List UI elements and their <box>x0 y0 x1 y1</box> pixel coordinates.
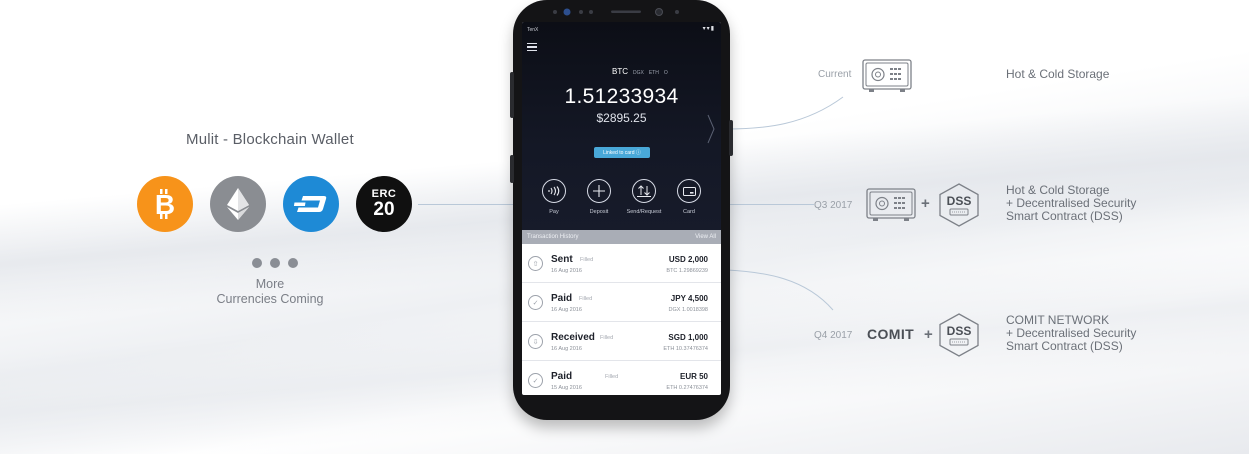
transaction-row[interactable]: ⇩ Received Filled 16 Aug 2016 SGD 1,000 … <box>522 323 721 361</box>
linked-to-card-badge[interactable]: Linked to card ⓘ <box>594 147 650 158</box>
currency-tab-btc[interactable]: BTC <box>612 67 628 76</box>
transaction-date: 16 Aug 2016 <box>551 346 582 352</box>
phone-side-button <box>510 72 514 118</box>
contactless-pay-icon <box>542 179 566 203</box>
pay-button[interactable]: Pay <box>533 179 575 215</box>
roadmap-current-label: Current <box>818 69 852 80</box>
connector-line <box>728 204 814 205</box>
view-all-link[interactable]: View All <box>695 234 716 240</box>
safe-icon <box>866 188 916 221</box>
transaction-type: Sent <box>551 254 573 265</box>
status-bar-app: TenX <box>527 27 539 33</box>
roadmap-q3-label: Q3 2017 <box>814 200 853 211</box>
check-icon: ✓ <box>528 373 543 388</box>
transaction-date: 16 Aug 2016 <box>551 307 582 313</box>
erc-number: 20 <box>373 199 395 220</box>
transaction-crypto-amount: BTC 1.29869239 <box>666 268 708 274</box>
deposit-button[interactable]: Deposit <box>578 179 620 215</box>
phone-screen: TenX ▾▾▮ BTC DGX ETH O 1.51233934 $2895.… <box>522 22 721 395</box>
transaction-status: Filled <box>579 296 593 302</box>
desc-line: Smart Contract (DSS) <box>1006 339 1123 353</box>
card-button[interactable]: Card <box>668 179 710 215</box>
transaction-date: 15 Aug 2016 <box>551 385 582 391</box>
roadmap-q3-desc: Hot & Cold Storage + Decentralised Secur… <box>1006 184 1136 223</box>
roadmap-q4-desc: COMIT NETWORK + Decentralised Security S… <box>1006 314 1136 353</box>
connector-line <box>418 204 516 205</box>
transaction-type: Paid <box>551 293 573 304</box>
send-request-icon <box>632 179 656 203</box>
desc-line: Smart Contract (DSS) <box>1006 209 1123 223</box>
check-icon: ✓ <box>528 295 543 310</box>
card-icon <box>677 179 701 203</box>
transaction-status: Filled <box>580 257 594 263</box>
transaction-row[interactable]: ✓ Paid Filled 15 Aug 2016 EUR 50 ETH 0.2… <box>522 362 721 395</box>
phone-sensors <box>553 8 679 16</box>
desc-line: Hot & Cold Storage <box>1006 67 1110 81</box>
dss-label: DSS <box>947 324 972 338</box>
download-icon: ⇩ <box>528 334 543 349</box>
transaction-date: 16 Aug 2016 <box>551 268 582 274</box>
plus-sign: + <box>924 326 933 343</box>
pay-label: Pay <box>549 209 559 215</box>
transaction-amount: JPY 4,500 <box>670 294 708 303</box>
transaction-history-title: Transaction History <box>527 234 579 240</box>
safe-icon <box>862 59 912 92</box>
card-label: Card <box>683 209 695 215</box>
roadmap-current-desc: Hot & Cold Storage <box>1006 68 1109 81</box>
transaction-amount: USD 2,000 <box>668 255 708 264</box>
transaction-status: Filled <box>600 335 614 341</box>
transaction-history-header: Transaction History View All <box>522 230 721 244</box>
transaction-row[interactable]: ⇧ Sent Filled 16 Aug 2016 USD 2,000 BTC … <box>522 245 721 283</box>
connector-curve <box>726 269 834 311</box>
more-dots <box>252 258 298 268</box>
more-line-2: Currencies Coming <box>216 292 324 306</box>
wallet-title: Mulit - Blockchain Wallet <box>186 131 354 148</box>
wallet-header: TenX ▾▾▮ BTC DGX ETH O 1.51233934 $2895.… <box>522 22 721 232</box>
fiat-balance: $2895.25 <box>596 111 647 125</box>
transaction-type: Paid <box>551 371 573 382</box>
dss-hexagon-icon: DSS <box>939 183 979 227</box>
send-request-label: Send/Request <box>626 209 662 215</box>
transaction-amount: SGD 1,000 <box>668 333 708 342</box>
currency-tab-dgx[interactable]: DGX <box>633 70 644 76</box>
transaction-crypto-amount: DGX 1.0018398 <box>668 307 708 313</box>
currency-tabs: BTC DGX ETH O <box>612 67 668 76</box>
transaction-amount: EUR 50 <box>679 372 708 381</box>
plus-icon <box>587 179 611 203</box>
send-request-button[interactable]: Send/Request <box>623 179 665 215</box>
dss-hexagon-icon: DSS <box>939 313 979 357</box>
transaction-status: Filled <box>605 374 619 380</box>
currency-tab-eth[interactable]: ETH <box>649 70 659 76</box>
currency-tab-other[interactable]: O <box>664 70 668 76</box>
deposit-label: Deposit <box>589 209 609 215</box>
erc20-icon: ERC 20 <box>356 176 412 232</box>
more-line-1: More <box>255 277 285 291</box>
transaction-type: Received <box>551 332 595 343</box>
phone-side-button <box>729 120 733 156</box>
roadmap-q4-label: Q4 2017 <box>814 330 853 341</box>
dot <box>270 258 280 268</box>
transaction-crypto-amount: ETH 10.37476374 <box>663 346 708 352</box>
status-bar-icons: ▾▾▮ <box>702 26 715 32</box>
transaction-crypto-amount: ETH 0.27476374 <box>666 385 708 391</box>
more-currencies-text: More Currencies Coming <box>195 277 345 307</box>
bitcoin-icon: B <box>137 176 193 232</box>
plus-sign: + <box>921 195 930 212</box>
chevron-right-icon[interactable] <box>707 114 715 144</box>
transaction-row[interactable]: ✓ Paid Filled 16 Aug 2016 JPY 4,500 DGX … <box>522 284 721 322</box>
dss-label: DSS <box>947 194 972 208</box>
phone-side-button <box>510 155 514 183</box>
connector-curve <box>726 96 844 130</box>
dot <box>252 258 262 268</box>
dot <box>288 258 298 268</box>
hamburger-menu-icon[interactable] <box>527 43 537 51</box>
phone-device: TenX ▾▾▮ BTC DGX ETH O 1.51233934 $2895.… <box>510 0 733 420</box>
comit-label: COMIT <box>867 326 915 342</box>
upload-icon: ⇧ <box>528 256 543 271</box>
crypto-balance: 1.51233934 <box>564 85 679 108</box>
ethereum-icon <box>210 176 266 232</box>
dash-icon <box>283 176 339 232</box>
